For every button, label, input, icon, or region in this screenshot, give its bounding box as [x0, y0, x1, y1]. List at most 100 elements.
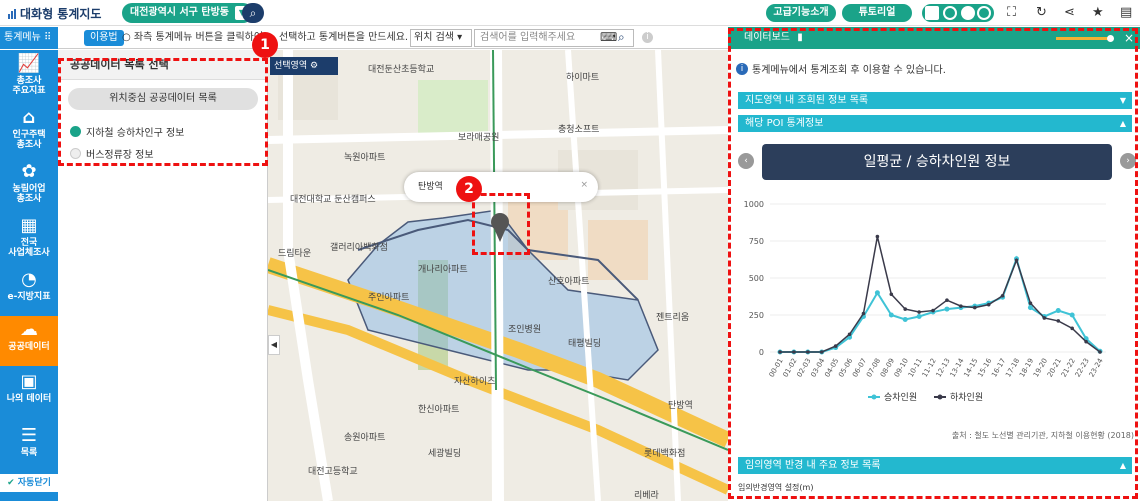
sidebar-item-my-data[interactable]: ▣ 나의 데이터 [0, 372, 58, 416]
search-icon[interactable]: ⌕ [242, 3, 264, 23]
info-icon[interactable]: i [642, 32, 653, 43]
map-canvas [268, 50, 728, 501]
close-icon[interactable]: × [1124, 27, 1134, 49]
sidebar-item-business-survey[interactable]: ▦ 전국 사업체조사 [0, 216, 58, 266]
list-item-label: 지하철 승하차인구 정보 [86, 128, 185, 139]
circle-icon [977, 6, 991, 20]
sidebar-item-agriculture[interactable]: ✿ 농림어업 총조사 [0, 162, 58, 212]
sidebar-item-label: 전국 [20, 238, 38, 248]
location-data-category[interactable]: 위치중심 공공데이터 목록 [68, 88, 258, 110]
map-label: 세광빌딩 [428, 449, 462, 459]
chart-icon: 📈 [17, 53, 41, 74]
sidebar-item-sublabel: 주요지표 [12, 86, 46, 96]
list-item-subway[interactable]: 지하철 승하차인구 정보 [70, 124, 184, 139]
sidebar-item-e-local-index[interactable]: ◔ e-지방지표 [0, 270, 58, 314]
wheat-icon: ✿ [21, 161, 37, 182]
map-label: 대전둔산초등학교 [368, 65, 435, 75]
select-area-label: 선택영역 [274, 61, 308, 71]
alighting-point [959, 304, 963, 308]
map-label: 개나리아파트 [418, 265, 468, 275]
location-search-select[interactable]: 위치 검색 ▾ [410, 29, 472, 47]
advanced-features-button[interactable]: 고급기능소개 [766, 4, 836, 22]
map-label: 녹원아파트 [344, 153, 386, 163]
accordion-radius-info[interactable]: 임의영역 반경 내 주요 정보 목록 ▲ [738, 457, 1132, 474]
map-label: 충청소프트 [558, 125, 600, 135]
alighting-point [1014, 258, 1019, 263]
layer-icon [961, 6, 975, 20]
alighting-point [917, 310, 921, 314]
sidebar-item-population-housing[interactable]: ⌂ 인구주택 총조사 [0, 108, 58, 158]
menu-icon: ☰ [20, 425, 38, 446]
stat-menu-header[interactable]: 통계메뉴 ⠿ [0, 27, 58, 49]
alighting-point [1056, 319, 1061, 323]
map-view[interactable]: 대전둔산초등학교 하이마트 보라매공원 충청소프트 녹원아파트 대전대학교 둔산… [268, 50, 728, 501]
boarding-point [874, 290, 880, 296]
legend-label: 하차인원 [950, 391, 983, 403]
map-label: 산호아파트 [548, 277, 590, 287]
slider-knob[interactable] [1107, 35, 1114, 42]
sidebar-item-list[interactable]: ☰ 목록 [0, 426, 58, 466]
usage-button[interactable]: 이용법 [84, 30, 124, 46]
region-selector[interactable]: 대전광역시 서구 탄방동 ▼ [122, 3, 253, 23]
house-icon: ⌂ [22, 107, 36, 128]
refresh-icon[interactable]: ↻ [1036, 5, 1047, 20]
sidebar-item-sublabel: 사업체조사 [8, 248, 50, 258]
x-tick-label: 23-24 [1088, 357, 1105, 379]
collapse-handle[interactable]: ◀ [268, 335, 280, 355]
alighting-point [792, 350, 796, 354]
alighting-point [1084, 339, 1088, 344]
alighting-point [1042, 316, 1047, 320]
share-icon[interactable]: ⋖ [1064, 5, 1075, 20]
list-item-bus-stop[interactable]: 버스정류장 정보 [70, 146, 154, 161]
tutorial-button[interactable]: 튜토리얼 [842, 4, 912, 22]
building-icon: ▦ [20, 215, 38, 236]
ridership-chart: 0250500750100000-0101-0202-0303-0404-050… [744, 200, 1106, 403]
auto-close-label: 자동닫기 [17, 478, 51, 488]
sidebar-item-label: 인구주택 [12, 130, 46, 140]
boarding-point [1069, 312, 1075, 318]
view-toggle[interactable] [922, 4, 994, 22]
location-select-label: 위치 검색 [414, 32, 454, 43]
star-icon[interactable]: ★ [1092, 5, 1104, 20]
keyboard-icon[interactable]: ⌨ [600, 30, 617, 44]
radius-setting-label: 임의반경영역 설정(m) [738, 483, 814, 492]
next-arrow-icon[interactable]: › [1120, 153, 1136, 169]
map-label: 대전고등학교 [308, 467, 358, 477]
select-area-button[interactable]: 선택영역 ⚙ [270, 57, 338, 75]
map-label: 드림타운 [278, 249, 312, 259]
accordion-label: 지도영역 내 조회된 정보 목록 [745, 95, 869, 106]
alighting-point [778, 350, 782, 354]
accordion-map-info[interactable]: 지도영역 내 조회된 정보 목록 ▼ [738, 92, 1132, 109]
map-label: 보라매공원 [458, 133, 500, 143]
chevron-up-icon: ▲ [1119, 461, 1126, 470]
cloud-icon: ☁ [20, 319, 38, 340]
station-popup[interactable]: 탄방역 × [404, 172, 598, 202]
map-label: 탄방역 [668, 401, 693, 411]
sidebar-item-public-data[interactable]: ☁ 공공데이터 [0, 316, 58, 366]
opacity-slider[interactable] [1056, 35, 1114, 42]
boarding-point [902, 316, 908, 322]
accordion-poi-stats[interactable]: 해당 POI 통계정보 ▲ [738, 115, 1132, 132]
y-tick-label: 500 [749, 274, 764, 283]
chart-title: 일평균 / 승하차인원 정보 [762, 144, 1112, 180]
fullscreen-icon[interactable]: ⛶ [1007, 5, 1016, 20]
search-icon[interactable]: ⌕ [618, 30, 625, 45]
data-source: 출처 : 철도 노선별 관리기관, 지하철 이용현황 (2018) [951, 431, 1134, 440]
list-panel-title: 공공데이터 목록 선택 [58, 50, 268, 80]
auto-close-toggle[interactable]: ✔ 자동닫기 [0, 474, 58, 492]
app-logo[interactable]: 대화형 통계지도 [8, 5, 101, 22]
notice-text: 통계메뉴에서 통계조회 후 이용할 수 있습니다. [752, 65, 946, 76]
map-label: 한신아파트 [418, 405, 460, 415]
sidebar-item-census-indicators[interactable]: 📈 총조사 주요지표 [0, 54, 58, 104]
alighting-point [833, 344, 838, 348]
close-icon[interactable]: × [580, 170, 588, 200]
bar-chart-icon: ▮ [797, 32, 803, 43]
alighting-point [903, 307, 908, 311]
legend-marker [871, 394, 877, 400]
document-icon[interactable]: ▤ [1120, 5, 1132, 20]
prev-arrow-icon[interactable]: ‹ [738, 153, 754, 169]
map-label: 젠트리움 [656, 313, 690, 323]
databoard-header: 데이터보드 ▮ × [728, 27, 1140, 49]
checked-icon [70, 126, 81, 137]
circle-icon [943, 6, 957, 20]
